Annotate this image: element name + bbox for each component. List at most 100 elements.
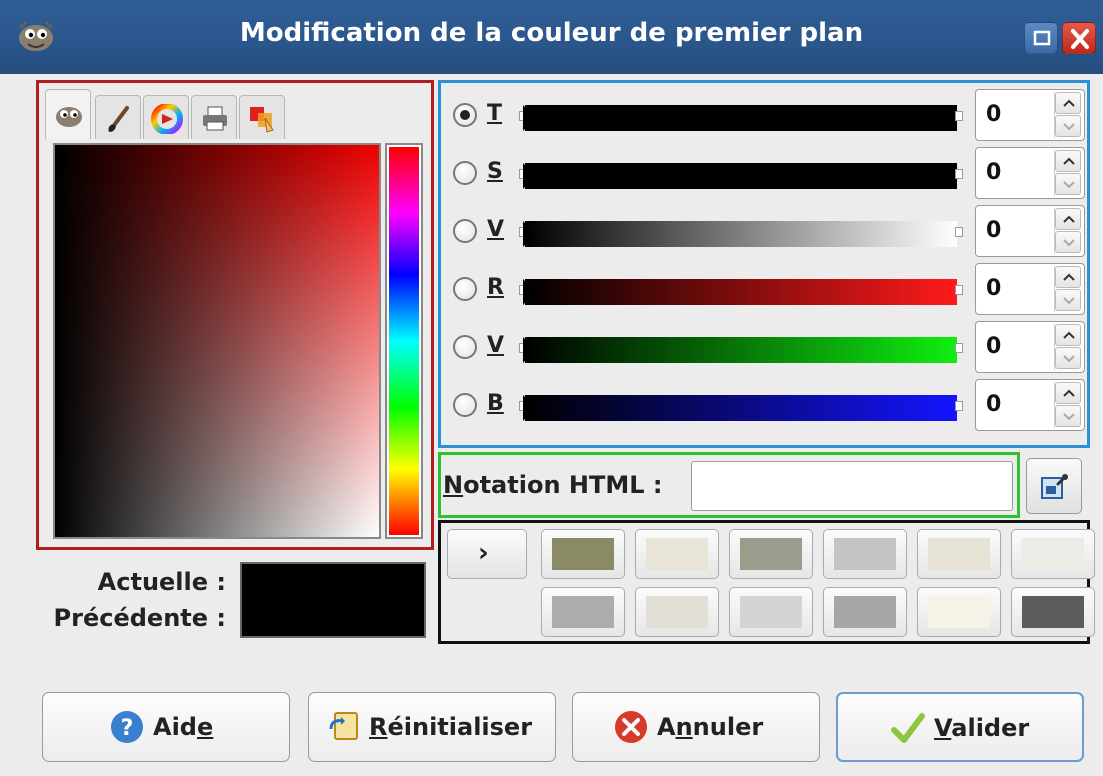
history-swatch[interactable] xyxy=(823,587,907,637)
scale-slider-hue[interactable] xyxy=(519,105,963,131)
history-swatch[interactable] xyxy=(1011,587,1095,637)
reset-icon xyxy=(329,712,358,740)
scale-slider-green[interactable] xyxy=(519,337,963,363)
color-history-panel: › xyxy=(438,520,1095,644)
scale-radio-value[interactable] xyxy=(453,219,477,243)
spin-up-button[interactable] xyxy=(1055,150,1081,172)
spin-up-button[interactable] xyxy=(1055,208,1081,230)
help-button[interactable]: ? Aide xyxy=(42,692,290,762)
scale-spinbox-saturation[interactable]: 0 xyxy=(975,147,1085,199)
scale-radio-red[interactable] xyxy=(453,277,477,301)
slider-marker[interactable] xyxy=(523,395,535,421)
spin-down-button[interactable] xyxy=(1055,173,1081,195)
chevron-down-icon xyxy=(1063,181,1075,189)
scale-spinbox-blue[interactable]: 0 xyxy=(975,379,1085,431)
scale-letter-blue: B xyxy=(487,391,504,416)
spin-up-button[interactable] xyxy=(1055,324,1081,346)
spin-down-button[interactable] xyxy=(1055,115,1081,137)
spin-down-button[interactable] xyxy=(1055,347,1081,369)
scale-row-hue: T0 xyxy=(441,87,1087,145)
history-swatch[interactable] xyxy=(823,529,907,579)
html-notation-input[interactable] xyxy=(691,461,1013,511)
slider-marker[interactable] xyxy=(523,221,535,247)
scale-slider-saturation[interactable] xyxy=(519,163,963,189)
spin-down-button[interactable] xyxy=(1055,289,1081,311)
scale-letter-green: V xyxy=(487,333,505,358)
history-swatch[interactable] xyxy=(1011,529,1095,579)
history-swatch[interactable] xyxy=(541,587,625,637)
spin-up-button[interactable] xyxy=(1055,382,1081,404)
help-button-label: Aide xyxy=(153,713,214,741)
scale-radio-green[interactable] xyxy=(453,335,477,359)
color-picker-button[interactable] xyxy=(1026,458,1082,514)
color-picker-icon xyxy=(1041,474,1068,499)
slider-marker[interactable] xyxy=(523,163,535,189)
history-swatch[interactable] xyxy=(635,587,719,637)
paintbrush-icon xyxy=(108,106,129,132)
color-selector-panel xyxy=(36,80,434,550)
scale-value-blue: 0 xyxy=(986,392,1002,417)
color-compare-swatch[interactable] xyxy=(240,562,426,638)
title-bar: Modification de la couleur de premier pl… xyxy=(0,0,1103,74)
checkmark-icon xyxy=(891,713,925,743)
chevron-up-icon xyxy=(1063,157,1075,165)
scale-radio-blue[interactable] xyxy=(453,393,477,417)
validate-button[interactable]: Valider xyxy=(836,692,1084,762)
scale-spinbox-hue[interactable]: 0 xyxy=(975,89,1085,141)
chevron-down-icon xyxy=(1063,297,1075,305)
spin-up-button[interactable] xyxy=(1055,266,1081,288)
selector-tabs xyxy=(45,89,425,141)
close-button[interactable] xyxy=(1062,22,1096,54)
watercolor-icon xyxy=(250,107,274,133)
scale-spinbox-value[interactable]: 0 xyxy=(975,205,1085,257)
scale-spinbox-green[interactable]: 0 xyxy=(975,321,1085,373)
maximize-button[interactable] xyxy=(1024,22,1058,54)
reset-button-label: Réinitialiser xyxy=(369,713,533,741)
chevron-up-icon xyxy=(1063,215,1075,223)
history-swatch[interactable] xyxy=(917,587,1001,637)
chevron-down-icon xyxy=(1063,123,1075,131)
history-expand-button[interactable]: › xyxy=(447,529,527,579)
chevron-up-icon xyxy=(1063,99,1075,107)
reset-button[interactable]: Réinitialiser xyxy=(308,692,556,762)
spin-down-button[interactable] xyxy=(1055,231,1081,253)
slider-marker[interactable] xyxy=(523,337,535,363)
validate-button-label: Valider xyxy=(934,714,1030,742)
scale-slider-blue[interactable] xyxy=(519,395,963,421)
tab-watercolor-selector[interactable] xyxy=(239,95,285,139)
slider-marker[interactable] xyxy=(523,105,535,131)
history-swatch[interactable] xyxy=(729,529,813,579)
scale-letter-hue: T xyxy=(487,101,503,126)
cancel-button-label: Annuler xyxy=(657,713,764,741)
gimp-icon xyxy=(56,107,82,127)
window-title: Modification de la couleur de premier pl… xyxy=(239,18,864,48)
spin-down-button[interactable] xyxy=(1055,405,1081,427)
hue-strip[interactable] xyxy=(385,143,423,539)
scale-row-saturation: S0 xyxy=(441,145,1087,203)
history-swatch[interactable] xyxy=(917,529,1001,579)
scale-slider-value[interactable] xyxy=(519,221,963,247)
scale-slider-red[interactable] xyxy=(519,279,963,305)
history-swatch[interactable] xyxy=(729,587,813,637)
history-swatch[interactable] xyxy=(541,529,625,579)
scale-spinbox-red[interactable]: 0 xyxy=(975,263,1085,315)
scale-radio-saturation[interactable] xyxy=(453,161,477,185)
html-notation-panel: Notation HTML : xyxy=(438,452,1020,518)
spin-up-button[interactable] xyxy=(1055,92,1081,114)
tab-color-wheel-selector[interactable] xyxy=(143,95,189,139)
saturation-value-square[interactable] xyxy=(53,143,381,539)
help-icon: ? xyxy=(111,711,143,743)
scale-radio-hue[interactable] xyxy=(453,103,477,127)
tab-printer-selector[interactable] xyxy=(191,95,237,139)
color-scales-panel: T0S0V0R0V0B0 xyxy=(438,80,1090,448)
cancel-button[interactable]: Annuler xyxy=(572,692,820,762)
chevron-down-icon xyxy=(1063,355,1075,363)
scale-letter-value: V xyxy=(487,217,505,242)
history-swatch[interactable] xyxy=(635,529,719,579)
chevron-down-icon xyxy=(1063,239,1075,247)
scale-letter-red: R xyxy=(487,275,504,300)
svg-text:?: ? xyxy=(121,716,134,741)
slider-marker[interactable] xyxy=(523,279,535,305)
tab-gimp-selector[interactable] xyxy=(45,89,91,139)
tab-paintbrush-selector[interactable] xyxy=(95,95,141,139)
